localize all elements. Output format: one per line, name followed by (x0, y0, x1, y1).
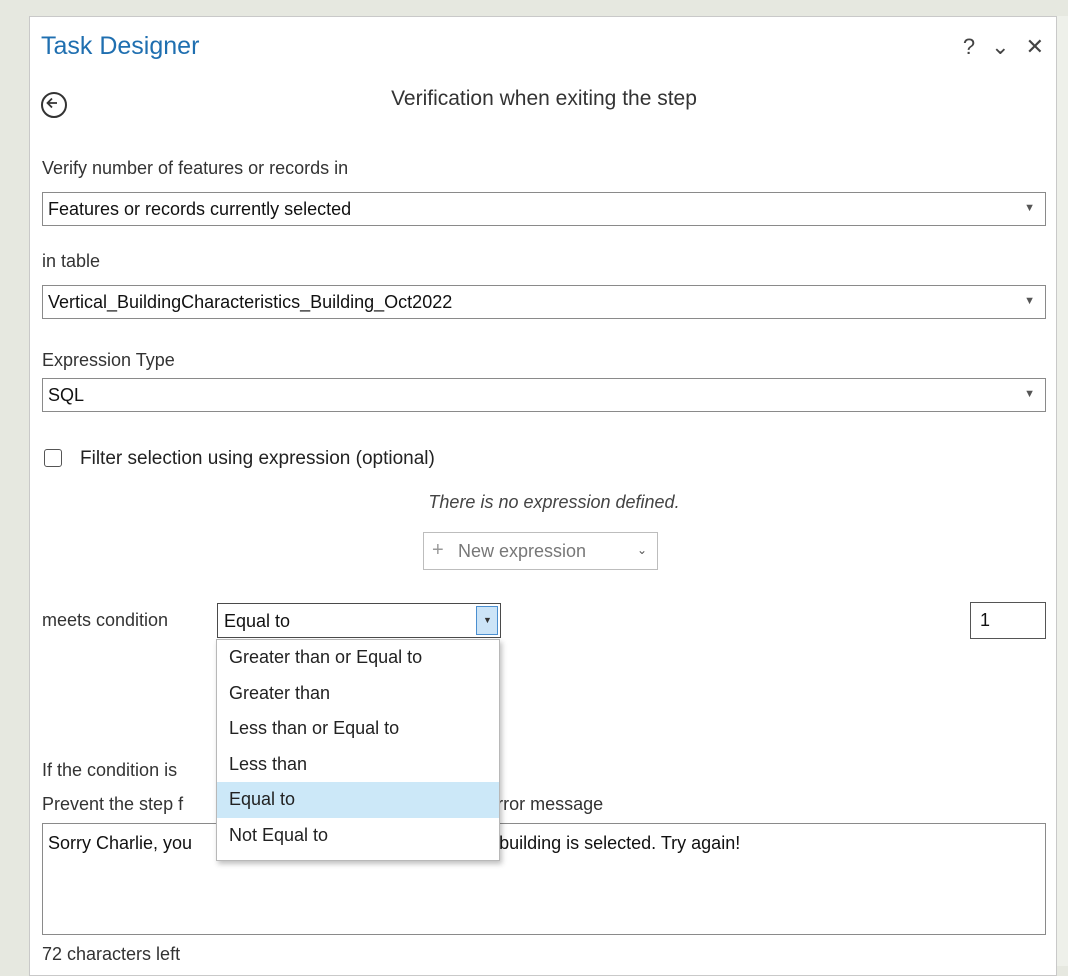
option-not-equal-to[interactable]: Not Equal to (217, 818, 499, 854)
page-subtitle: Verification when exiting the step (391, 87, 697, 110)
error-message-right: E building is selected. Try again! (482, 833, 741, 853)
if-condition-label: If the condition is (42, 760, 178, 780)
count-input[interactable]: 1 (970, 602, 1046, 639)
new-expression-label: New expression (458, 541, 587, 561)
no-expression-message: There is no expression defined. (428, 492, 680, 512)
window-controls: ? ⌄ ✕ (963, 35, 1044, 59)
back-button[interactable] (41, 92, 67, 118)
condition-select-value: Equal to (224, 611, 291, 631)
option-less-than-or-equal[interactable]: Less than or Equal to (217, 711, 499, 747)
condition-select[interactable]: Equal to ▼ (217, 603, 501, 638)
table-select-value: Vertical_BuildingCharacteristics_Buildin… (48, 292, 453, 312)
table-label: in table (42, 251, 101, 271)
help-button[interactable]: ? (963, 35, 975, 59)
option-less-than[interactable]: Less than (217, 747, 499, 783)
verify-select[interactable]: Features or records currently selected ▼ (42, 192, 1046, 226)
background-window-edge (1057, 16, 1068, 966)
close-button[interactable]: ✕ (1026, 35, 1044, 59)
chevron-down-icon: ⌄ (636, 543, 647, 557)
pane-title: Task Designer (41, 32, 200, 60)
error-message-left: Sorry Charlie, you (48, 833, 193, 853)
back-arrow-icon (46, 97, 57, 109)
pane-menu-button[interactable]: ⌄ (991, 35, 1009, 59)
condition-label: meets condition (42, 610, 169, 630)
expression-type-label: Expression Type (42, 350, 175, 370)
expression-type-value: SQL (48, 385, 85, 405)
option-equal-to[interactable]: Equal to (217, 782, 499, 818)
option-greater-than[interactable]: Greater than (217, 676, 499, 712)
characters-left-counter: 72 characters left (42, 944, 181, 964)
chevron-down-icon: ▼ (483, 615, 492, 625)
verify-label: Verify number of features or records in (42, 158, 349, 178)
chevron-down-icon: ▼ (1024, 202, 1035, 214)
plus-icon: + (432, 539, 444, 561)
filter-checkbox-label[interactable]: Filter selection using expression (optio… (80, 448, 435, 470)
error-message-textarea[interactable]: Sorry Charlie, you E building is selected… (42, 823, 1046, 935)
expression-type-select[interactable]: SQL ▼ (42, 378, 1046, 412)
option-greater-than-or-equal[interactable]: Greater than or Equal to (217, 640, 499, 676)
new-expression-button[interactable]: + New expression ⌄ (423, 532, 658, 570)
condition-dropdown-button[interactable]: ▼ (476, 606, 498, 635)
task-designer-pane: Task Designer ? ⌄ ✕ Verification when ex… (29, 16, 1057, 976)
table-select[interactable]: Vertical_BuildingCharacteristics_Buildin… (42, 285, 1046, 319)
prevent-step-label-left: Prevent the step f (42, 794, 184, 814)
chevron-down-icon: ▼ (1024, 295, 1035, 307)
verify-select-value: Features or records currently selected (48, 199, 352, 219)
condition-dropdown-list: Greater than or Equal to Greater than Le… (216, 639, 500, 861)
filter-checkbox[interactable] (44, 449, 62, 467)
chevron-down-icon: ▼ (1024, 388, 1035, 400)
